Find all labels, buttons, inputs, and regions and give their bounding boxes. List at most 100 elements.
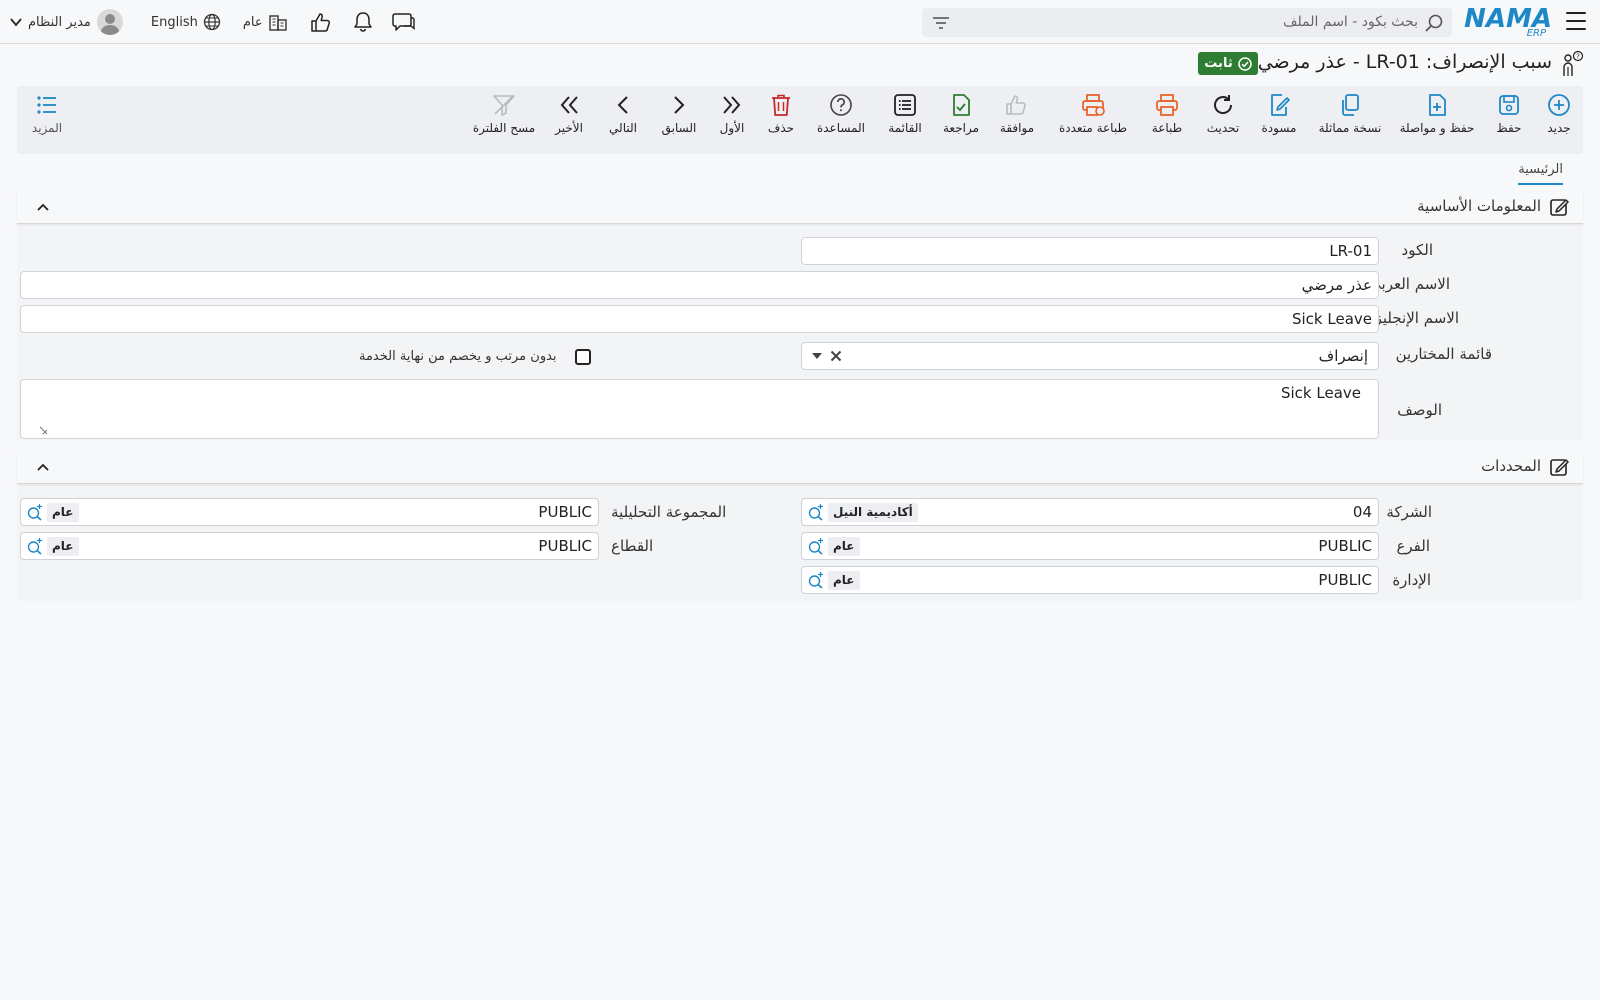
list-button[interactable]: القائمة [883, 92, 927, 135]
trash-icon [772, 94, 790, 116]
page-title: سبب الإنصراف: LR-01 - عذر مرضي [1257, 51, 1552, 73]
chat-icon [391, 13, 415, 31]
avatar [96, 9, 123, 35]
company-field[interactable]: 04 أكاديمية النيل [801, 498, 1379, 526]
save-continue-label: حفظ و مواصلة [1399, 121, 1475, 135]
search-icon [1425, 14, 1443, 32]
search-plus-icon[interactable] [807, 571, 825, 589]
thumbs-up-icon [310, 13, 330, 32]
help-button[interactable]: المساعدة [811, 92, 871, 135]
arabic-name-value: عذر مرضي [1301, 276, 1372, 294]
filter-icon[interactable] [932, 14, 950, 32]
chevron-up-icon[interactable] [35, 199, 51, 215]
filter-off-icon [493, 95, 515, 116]
double-chevron-left-icon [560, 96, 578, 114]
chevron-up-icon[interactable] [35, 459, 51, 475]
save-continue-button[interactable]: حفظ و مواصلة [1397, 92, 1477, 135]
arabic-name-field[interactable]: عذر مرضي [20, 271, 1379, 299]
delete-button[interactable]: حذف [763, 92, 799, 135]
close-icon[interactable] [830, 350, 842, 362]
approve-button[interactable]: موافقة [995, 92, 1039, 135]
chooser-value: إنصراف [1318, 347, 1368, 365]
draft-button[interactable]: مسودة [1257, 92, 1301, 135]
top-actions: مدير النظام English عام [10, 8, 416, 36]
tab-bar: الرئيسية [17, 158, 1583, 186]
company-code: 04 [1352, 503, 1372, 521]
code-field[interactable]: LR-01 [801, 237, 1379, 265]
search-placeholder: بحث بكود - اسم الملف [1283, 14, 1418, 30]
resize-handle-icon[interactable] [39, 426, 48, 435]
file-plus-icon [1429, 94, 1446, 116]
branch-switch[interactable]: عام [243, 13, 288, 31]
clear-filter-label: مسح الفلترة [472, 121, 536, 135]
new-button[interactable]: جديد [1539, 92, 1579, 135]
more-button[interactable]: المزيد [27, 92, 67, 135]
duplicate-button[interactable]: نسخة مماثلة [1315, 92, 1385, 135]
messages-button[interactable] [391, 11, 416, 33]
chevron-down-icon [10, 18, 22, 27]
last-label: الأخير [555, 121, 583, 135]
multi-print-button[interactable]: طباعة متعددة [1053, 92, 1133, 135]
description-textarea[interactable]: Sick Leave [20, 379, 1379, 439]
analysis-group-field[interactable]: PUBLIC عام [20, 498, 599, 526]
edit-icon [1550, 459, 1569, 476]
clear-filter-button[interactable]: مسح الفلترة [469, 92, 539, 135]
duplicate-label: نسخة مماثلة [1318, 121, 1382, 135]
first-label: الأول [719, 121, 745, 135]
previous-button[interactable]: السابق [659, 92, 699, 135]
review-button[interactable]: مراجعة [939, 92, 983, 135]
language-label: English [150, 14, 198, 30]
dimensions-section-header: المحددات [17, 450, 1583, 484]
help-label: المساعدة [816, 121, 866, 135]
multi-printer-icon [1082, 94, 1105, 116]
status-badge: ثابت [1198, 52, 1258, 75]
app-logo[interactable]: NAMA ERP [1464, 4, 1552, 40]
list-label: القائمة [888, 121, 922, 135]
section-title: المحددات [1481, 457, 1541, 475]
search-plus-icon[interactable] [26, 537, 44, 555]
globe-icon [203, 13, 220, 31]
department-field[interactable]: PUBLIC عام [801, 566, 1379, 594]
sector-field[interactable]: PUBLIC عام [20, 532, 599, 560]
caret-down-icon[interactable] [812, 352, 822, 360]
branch-name-chip: عام [828, 537, 860, 556]
menu-icon[interactable] [1566, 12, 1586, 30]
review-label: مراجعة [942, 121, 980, 135]
print-button[interactable]: طباعة [1145, 92, 1189, 135]
copy-icon [1342, 94, 1359, 116]
no-salary-checkbox[interactable] [575, 349, 591, 365]
next-button[interactable]: التالي [603, 92, 643, 135]
user-menu[interactable]: مدير النظام [10, 9, 123, 35]
refresh-button[interactable]: تحديث [1201, 92, 1245, 135]
tab-main[interactable]: الرئيسية [1518, 162, 1563, 185]
notifications-button[interactable] [352, 11, 374, 33]
english-name-field[interactable]: Sick Leave [20, 305, 1379, 333]
logo-sub: ERP [1526, 28, 1546, 39]
code-value: LR-01 [1329, 242, 1372, 260]
company-label: الشركة [1386, 503, 1432, 521]
chooser-select[interactable]: إنصراف [801, 342, 1379, 370]
save-button[interactable]: حفظ [1489, 92, 1529, 135]
search-plus-icon[interactable] [807, 503, 825, 521]
file-check-icon [953, 94, 970, 116]
person-help-icon[interactable]: ? [1560, 50, 1584, 78]
language-switch[interactable]: English [151, 13, 221, 31]
chooser-label: قائمة المختارين [1395, 345, 1492, 363]
multi-print-label: طباعة متعددة [1058, 121, 1127, 135]
description-value: Sick Leave [1280, 384, 1361, 402]
first-button[interactable]: الأول [715, 92, 749, 135]
branch-field[interactable]: PUBLIC عام [801, 532, 1379, 560]
analysis-group-name-chip: عام [47, 503, 79, 522]
refresh-icon [1214, 95, 1233, 114]
department-name-chip: عام [828, 571, 860, 590]
print-label: طباعة [1151, 121, 1183, 135]
no-salary-label: بدون مرتب و يخصم من نهاية الخدمة [359, 349, 557, 364]
new-label: جديد [1547, 121, 1571, 135]
last-button[interactable]: الأخير [549, 92, 589, 135]
double-chevron-right-icon [723, 96, 741, 114]
search-plus-icon[interactable] [807, 537, 825, 555]
department-code: PUBLIC [1318, 571, 1372, 589]
like-button[interactable] [310, 11, 332, 33]
search-input[interactable]: بحث بكود - اسم الملف [922, 8, 1452, 37]
search-plus-icon[interactable] [26, 503, 44, 521]
